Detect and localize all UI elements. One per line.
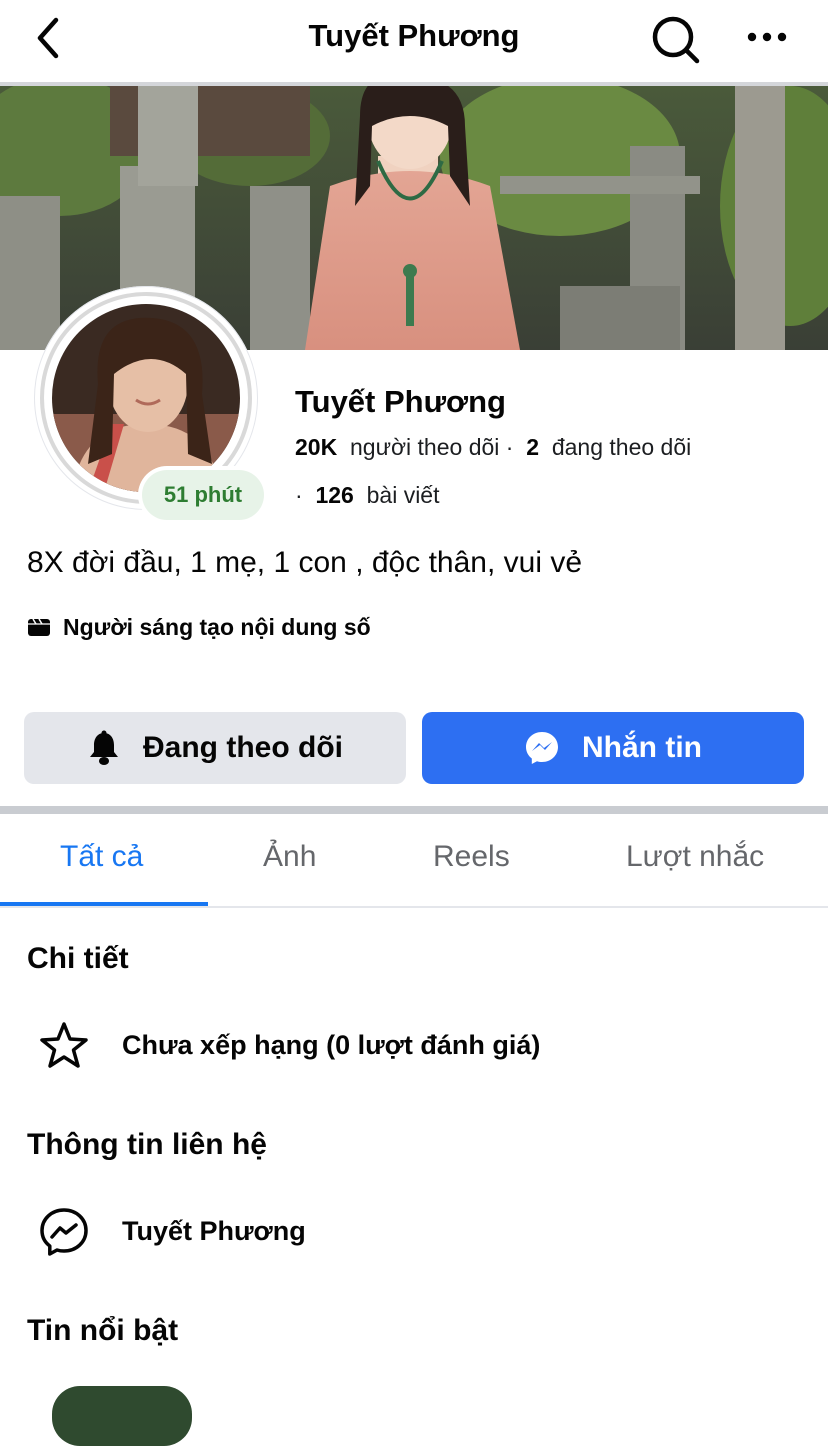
posts-label: bài viết — [366, 482, 440, 508]
messenger-icon — [526, 732, 558, 764]
tab-all[interactable]: Tất cả — [60, 840, 143, 874]
tab-mentions[interactable]: Lượt nhắc — [626, 840, 764, 874]
message-button-label: Nhắn tin — [582, 731, 702, 764]
section-divider — [0, 806, 828, 814]
follow-stats: 20K người theo dõi · 2 đang theo dõi — [295, 434, 691, 461]
following-label[interactable]: đang theo dõi — [552, 434, 691, 460]
details-heading: Chi tiết — [27, 942, 129, 975]
followers-label[interactable]: người theo dõi — [350, 434, 499, 460]
profile-bio: 8X đời đầu, 1 mẹ, 1 con , độc thân, vui … — [27, 546, 582, 579]
bell-icon — [90, 730, 118, 765]
messenger-contact-name[interactable]: Tuyết Phương — [122, 1216, 306, 1247]
active-status-badge: 51 phút — [142, 470, 264, 520]
following-button-label: Đang theo dõi — [143, 731, 343, 764]
profile-name: Tuyết Phương — [295, 384, 506, 419]
tab-photos[interactable]: Ảnh — [263, 840, 316, 874]
clapperboard-icon — [28, 618, 50, 636]
top-nav-bar: Tuyết Phương — [0, 0, 828, 82]
followers-count[interactable]: 20K — [295, 434, 337, 460]
following-count[interactable]: 2 — [526, 434, 539, 460]
page-title: Tuyết Phương — [308, 18, 520, 53]
contact-heading: Thông tin liên hệ — [27, 1128, 267, 1161]
posts-stats: · 126 bài viết — [295, 482, 439, 509]
posts-count: 126 — [315, 482, 354, 508]
highlight-thumbnail[interactable] — [52, 1386, 192, 1446]
tabs-divider — [0, 906, 828, 908]
stats-separator: · — [505, 434, 514, 460]
tab-reels[interactable]: Reels — [433, 840, 510, 874]
category-label: Người sáng tạo nội dung số — [63, 613, 371, 640]
search-icon[interactable] — [648, 12, 702, 66]
stats-separator: · — [295, 482, 303, 508]
following-button[interactable]: Đang theo dõi — [24, 712, 406, 784]
star-icon — [40, 1022, 88, 1068]
highlights-heading: Tin nổi bật — [27, 1314, 179, 1347]
messenger-icon — [40, 1208, 88, 1256]
more-horizontal-icon[interactable] — [744, 24, 790, 50]
message-button[interactable]: Nhắn tin — [422, 712, 804, 784]
profile-tabs: Tất cả Ảnh Reels Lượt nhắc — [0, 814, 828, 906]
avatar-image — [52, 304, 240, 492]
profile-category: Người sáng tạo nội dung số — [27, 610, 371, 644]
active-status-text: 51 phút — [142, 470, 264, 520]
rating-text[interactable]: Chưa xếp hạng (0 lượt đánh giá) — [122, 1030, 540, 1061]
